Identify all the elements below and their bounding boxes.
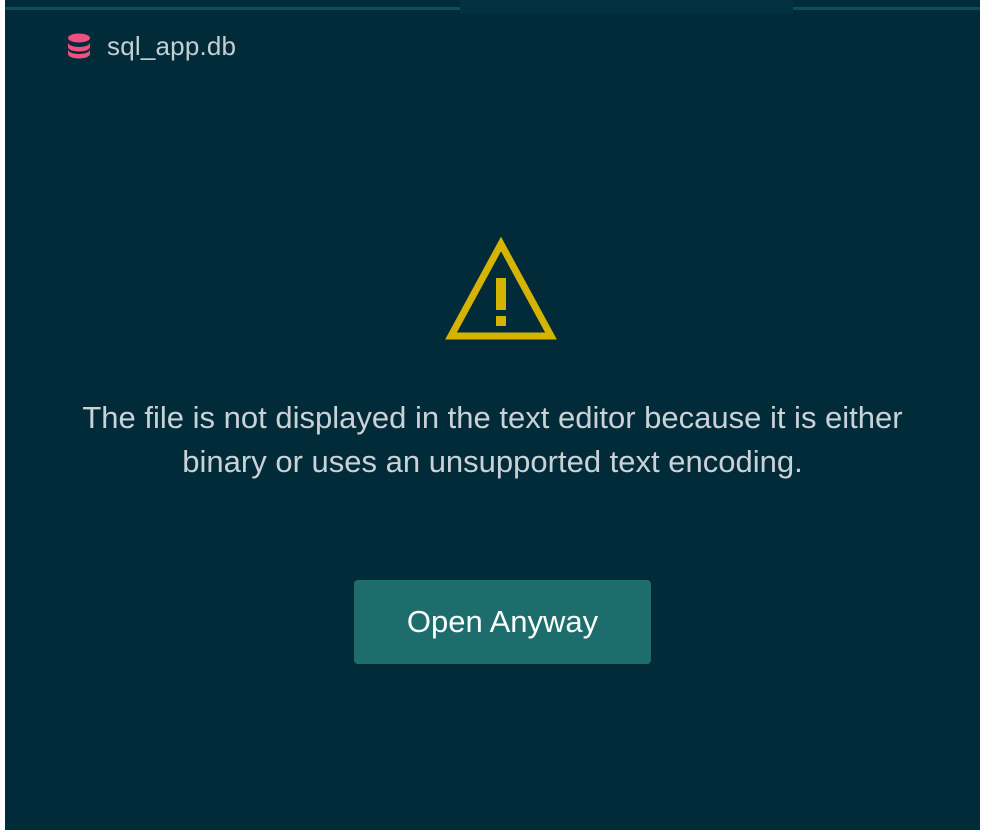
tab-indicator-line [5,7,460,10]
warning-icon [443,236,559,344]
database-icon [65,32,93,60]
editor-pane: sql_app.db The file is not displayed in … [5,0,980,830]
tab-indicator-line [793,7,980,10]
file-tab-title: sql_app.db [107,30,237,61]
tab-strip [5,0,980,14]
open-anyway-button[interactable]: Open Anyway [354,580,651,664]
file-tab[interactable]: sql_app.db [65,28,236,64]
binary-file-message: The file is not displayed in the text ed… [82,400,903,479]
tab-strip-active-segment [460,0,793,14]
